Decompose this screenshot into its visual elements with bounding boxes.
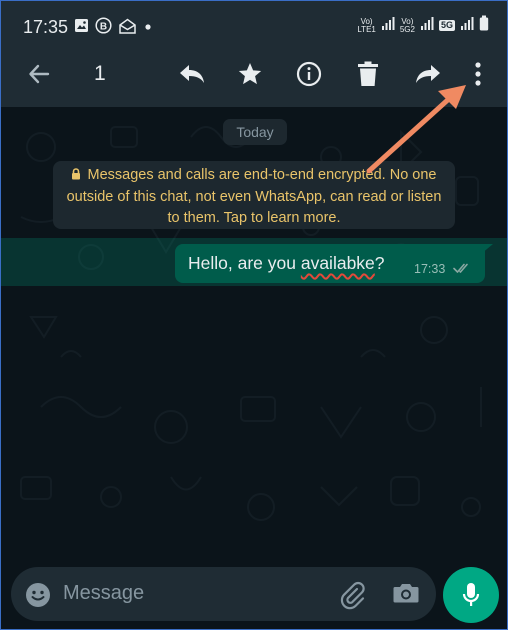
paperclip-icon	[340, 581, 365, 610]
dot-icon	[143, 19, 153, 37]
back-arrow-icon	[29, 64, 50, 84]
selection-count: 1	[94, 62, 106, 85]
message-text: Hello, are you availabke?	[188, 253, 385, 273]
emoji-button[interactable]	[25, 582, 51, 613]
double-check-icon	[453, 261, 471, 279]
date-chip: Today	[223, 119, 287, 145]
camera-button[interactable]	[393, 581, 419, 610]
encryption-notice[interactable]: Messages and calls are end-to-end encryp…	[53, 161, 455, 229]
back-button[interactable]	[23, 58, 55, 90]
selection-app-bar: 1	[1, 41, 507, 107]
outgoing-message[interactable]: Hello, are you availabke? 17:33	[175, 244, 485, 283]
whatsapp-screen: 17:35 B Vo) LTE1 Vo) 5G2 5G 1 Today Mess…	[0, 0, 508, 630]
emoji-icon	[26, 583, 50, 607]
star-button[interactable]	[234, 58, 266, 90]
notification-icons: B	[74, 17, 153, 39]
status-time: 17:35	[23, 17, 69, 37]
sim1-label: Vo) LTE1	[357, 16, 376, 34]
star-icon	[238, 62, 262, 85]
message-composer: Message	[11, 567, 436, 621]
b-badge-icon: B	[95, 17, 112, 39]
signal-bars-icon	[381, 16, 395, 35]
status-bar: 17:35 B Vo) LTE1 Vo) 5G2 5G	[1, 1, 507, 41]
system-status-icons: Vo) LTE1 Vo) 5G2 5G	[357, 15, 489, 36]
signal-bars-icon	[420, 16, 434, 35]
battery-icon	[479, 15, 489, 36]
forward-button[interactable]	[412, 58, 444, 90]
camera-icon	[393, 584, 419, 603]
message-input[interactable]: Message	[63, 582, 144, 605]
mail-open-icon	[118, 18, 137, 39]
delete-icon	[358, 61, 378, 86]
reply-icon	[180, 65, 204, 83]
gallery-icon	[74, 18, 89, 38]
signal-bars-icon	[460, 16, 474, 35]
more-options-button[interactable]	[462, 58, 494, 90]
misspelled-word: availabke	[300, 253, 375, 273]
reply-button[interactable]	[176, 58, 208, 90]
svg-text:B: B	[100, 21, 107, 32]
info-button[interactable]	[293, 58, 325, 90]
more-options-icon	[475, 62, 481, 86]
encryption-notice-text: Messages and calls are end-to-end encryp…	[66, 167, 442, 226]
network-5g-badge: 5G	[438, 20, 455, 31]
info-icon	[296, 61, 322, 87]
message-time: 17:33	[414, 262, 446, 276]
attach-button[interactable]	[337, 580, 367, 615]
microphone-icon	[462, 583, 480, 606]
delete-button[interactable]	[352, 58, 384, 90]
sim2-label: Vo) 5G2	[399, 16, 415, 34]
voice-message-button[interactable]	[443, 567, 499, 623]
forward-icon	[416, 65, 440, 83]
lock-icon	[71, 166, 81, 187]
